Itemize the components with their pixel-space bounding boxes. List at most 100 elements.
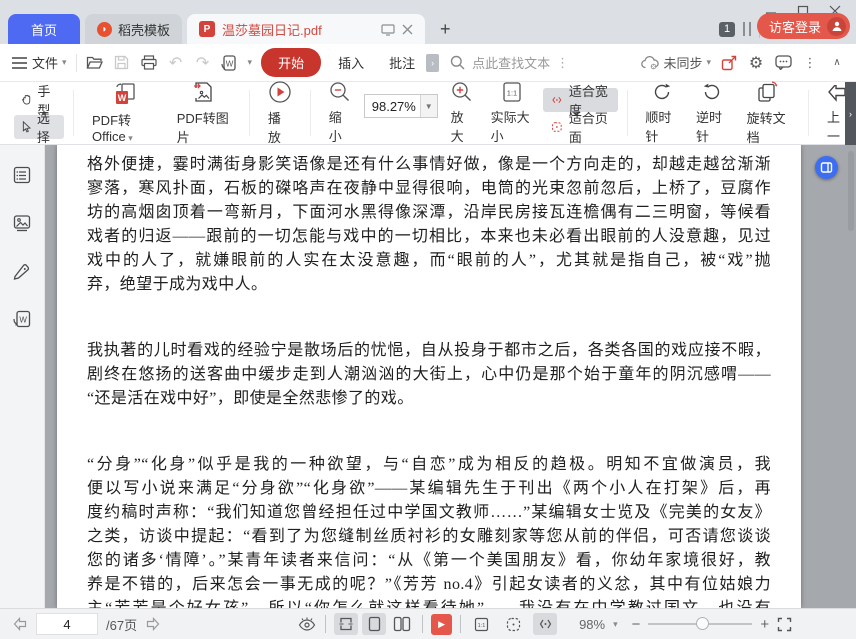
window-count-badge[interactable]: 1 xyxy=(719,21,735,37)
tab-docer-templates[interactable]: ◗ 稻壳模板 xyxy=(85,14,183,44)
menu-insert[interactable]: 插入 xyxy=(330,53,372,72)
text-line: 寥落，寒风扑面，石板的磔咯声在夜静中显得很响，电筒的光束忽前忽后，上桥了，豆腐作 xyxy=(87,180,771,197)
divider xyxy=(249,90,250,136)
menu-comment[interactable]: 批注 xyxy=(381,53,417,72)
side-panel-float-button[interactable] xyxy=(815,156,838,179)
search-options-icon[interactable]: ⋮ xyxy=(556,55,569,71)
zoom-percent-caret-icon[interactable]: ▾ xyxy=(613,619,618,630)
tab-list-icon[interactable] xyxy=(743,22,751,36)
rotate-document-button[interactable]: 旋转文档 xyxy=(738,81,799,145)
text-line: 弃，绝望于成为戏中人。 xyxy=(87,276,268,293)
export-word-panel-icon[interactable]: W xyxy=(12,309,32,329)
rotate-clockwise-button[interactable]: 顺时针 xyxy=(636,83,687,144)
expand-panel-handle[interactable]: › xyxy=(845,82,856,145)
print-icon[interactable] xyxy=(140,54,158,72)
eye-protection-icon[interactable] xyxy=(297,616,317,632)
text-line: 坊的高烟囱顶着一弯新月，下面河水黑得像深潭，沿岸民房接瓦连檐偶有二三明窗，等候看 xyxy=(87,204,771,221)
rotate-counterclockwise-label: 逆时针 xyxy=(696,110,723,144)
text-line: 戏者的归返——跟前的一切怎能与戏中的一切相比，本来也未必看出眼前的人没意趣，见过 xyxy=(87,228,771,245)
menu-start[interactable]: 开始 xyxy=(261,48,322,77)
document-viewport[interactable]: 格外便捷，霎时满街身影笑语像是还有什么事情好做，像是一个方向走的，却越走越岔渐渐… xyxy=(45,145,856,608)
select-tool-button[interactable]: 选择 xyxy=(14,111,65,145)
vertical-scrollbar[interactable] xyxy=(848,151,854,231)
zoom-slider-knob[interactable] xyxy=(696,617,710,630)
comment-expand-icon[interactable]: › xyxy=(426,53,440,72)
fit-width-status-button[interactable] xyxy=(533,613,558,635)
tab-document[interactable]: P 温莎墓园日记.pdf xyxy=(187,14,426,44)
more-options-icon[interactable]: ⋮ xyxy=(801,54,819,72)
page-layout-group xyxy=(334,613,414,635)
play-label: 播放 xyxy=(267,111,281,145)
tab-home[interactable]: 首页 xyxy=(8,14,80,44)
zoom-minus-button[interactable]: − xyxy=(632,616,641,633)
export-word-icon[interactable]: W xyxy=(221,54,239,72)
zoom-slider[interactable] xyxy=(648,617,753,630)
paragraph: 格外便捷，霎时满街身影笑语像是还有什么事情好做，像是一个方向走的，却越走越岔渐渐… xyxy=(87,153,771,297)
continuous-scroll-view-button[interactable] xyxy=(334,613,359,635)
thumbnails-panel-icon[interactable] xyxy=(12,213,32,233)
present-to-screen-icon[interactable] xyxy=(381,23,395,36)
open-file-icon[interactable] xyxy=(86,54,104,72)
outline-panel-icon[interactable] xyxy=(12,165,32,185)
find-text-box[interactable]: 点此查找文本 ⋮ xyxy=(448,53,569,72)
pdf-to-office-icon: W xyxy=(113,82,138,106)
fit-mode-group: 适合宽度 适合页面 xyxy=(543,84,618,145)
play-slideshow-button[interactable]: 播放 xyxy=(259,81,301,145)
divider xyxy=(309,90,311,136)
svg-text:1:1: 1:1 xyxy=(507,89,517,98)
divider xyxy=(422,615,424,633)
zoom-level-combobox[interactable]: 98.27% ▼ xyxy=(363,94,438,118)
guest-login-button[interactable]: 访客登录 xyxy=(756,13,850,39)
close-tab-icon[interactable] xyxy=(402,24,413,35)
redo-icon[interactable]: ↷ xyxy=(194,54,212,72)
settings-gear-icon[interactable]: ⚙ xyxy=(747,54,765,72)
tab-docer-label: 稻壳模板 xyxy=(118,22,171,38)
file-menu[interactable]: 文件 ▾ xyxy=(10,53,67,72)
pointer-mode-group: 手型 选择 xyxy=(14,84,65,145)
wps-pdf-window: 首页 ◗ 稻壳模板 P 温莎墓园日记.pdf + 1 访客登录 文件 ▾ ↶ ↷… xyxy=(0,0,856,639)
zoom-percent-label: 98% xyxy=(579,616,606,632)
fit-page-button[interactable]: 适合页面 xyxy=(543,111,617,145)
text-line: 之类，访谈中提起：“看到了为您缝制丝质衬衫的女雕刻家等您从前的伴侣，可否请您谈谈 xyxy=(87,528,771,545)
tab-bar: 首页 ◗ 稻壳模板 P 温莎墓园日记.pdf + 1 访客登录 xyxy=(0,0,856,44)
left-sidebar: W xyxy=(0,145,45,608)
pdf-to-office-button[interactable]: W PDF转Office ▾ xyxy=(83,82,168,144)
zoom-level-value: 98.27% xyxy=(371,98,416,114)
start-slideshow-button[interactable]: ▶ xyxy=(431,613,453,635)
zoom-plus-button[interactable]: + xyxy=(760,616,769,633)
hamburger-icon xyxy=(10,54,28,72)
rotate-document-label: 旋转文档 xyxy=(746,111,786,145)
prev-page-nav-icon[interactable] xyxy=(12,616,28,632)
zoom-combo-caret-icon[interactable]: ▼ xyxy=(419,95,437,117)
next-page-nav-icon[interactable] xyxy=(145,616,161,632)
text-line: “分身”“化身”似乎是我的一种欲望，与“自恋”成为相反的趋极。明知不宜做演员，我 xyxy=(87,456,771,473)
save-icon[interactable] xyxy=(113,54,131,72)
zoom-out-button[interactable]: 缩小 xyxy=(320,82,360,144)
actual-size-button[interactable]: 1:1 实际大小 xyxy=(482,82,543,144)
pdf-page[interactable]: 格外便捷，霎时满街身影笑语像是还有什么事情好做，像是一个方向走的，却越走越岔渐渐… xyxy=(57,145,801,608)
file-menu-label: 文件 xyxy=(32,56,59,71)
actual-size-icon: 1:1 xyxy=(501,81,523,103)
annotate-pen-icon[interactable] xyxy=(12,261,32,281)
text-line: 您的诸多‘情障’。”某青年读者来信问：“从《第一个美国朋友》看，你幼年家境很好，… xyxy=(87,552,771,569)
fit-page-status-button[interactable] xyxy=(501,613,525,635)
page-text: 格外便捷，霎时满街身影笑语像是还有什么事情好做，像是一个方向走的，却越走越岔渐渐… xyxy=(57,145,801,608)
zoom-out-label: 缩小 xyxy=(328,110,342,144)
sync-status[interactable]: 未同步 ▾ xyxy=(641,53,711,72)
pdf-to-image-button[interactable]: PDF转图片 xyxy=(168,82,240,145)
tab-home-label: 首页 xyxy=(30,22,57,38)
zoom-in-button[interactable]: 放大 xyxy=(442,82,482,144)
actual-size-status-button[interactable]: 1:1 xyxy=(469,613,493,635)
two-page-view-button[interactable] xyxy=(390,613,414,635)
fullscreen-icon[interactable] xyxy=(777,617,792,632)
rotate-counterclockwise-button[interactable]: 逆时针 xyxy=(687,83,738,144)
new-tab-button[interactable]: + xyxy=(430,14,461,44)
feedback-chat-icon[interactable] xyxy=(774,54,792,72)
collapse-ribbon-icon[interactable]: ∧ xyxy=(828,54,846,72)
single-page-view-button[interactable] xyxy=(362,613,387,635)
toolbar-more-caret-icon[interactable]: ▾ xyxy=(248,57,253,68)
undo-icon[interactable]: ↶ xyxy=(167,54,185,72)
divider xyxy=(75,53,77,72)
share-icon[interactable] xyxy=(720,54,738,72)
page-number-input[interactable]: 4 xyxy=(36,613,98,635)
